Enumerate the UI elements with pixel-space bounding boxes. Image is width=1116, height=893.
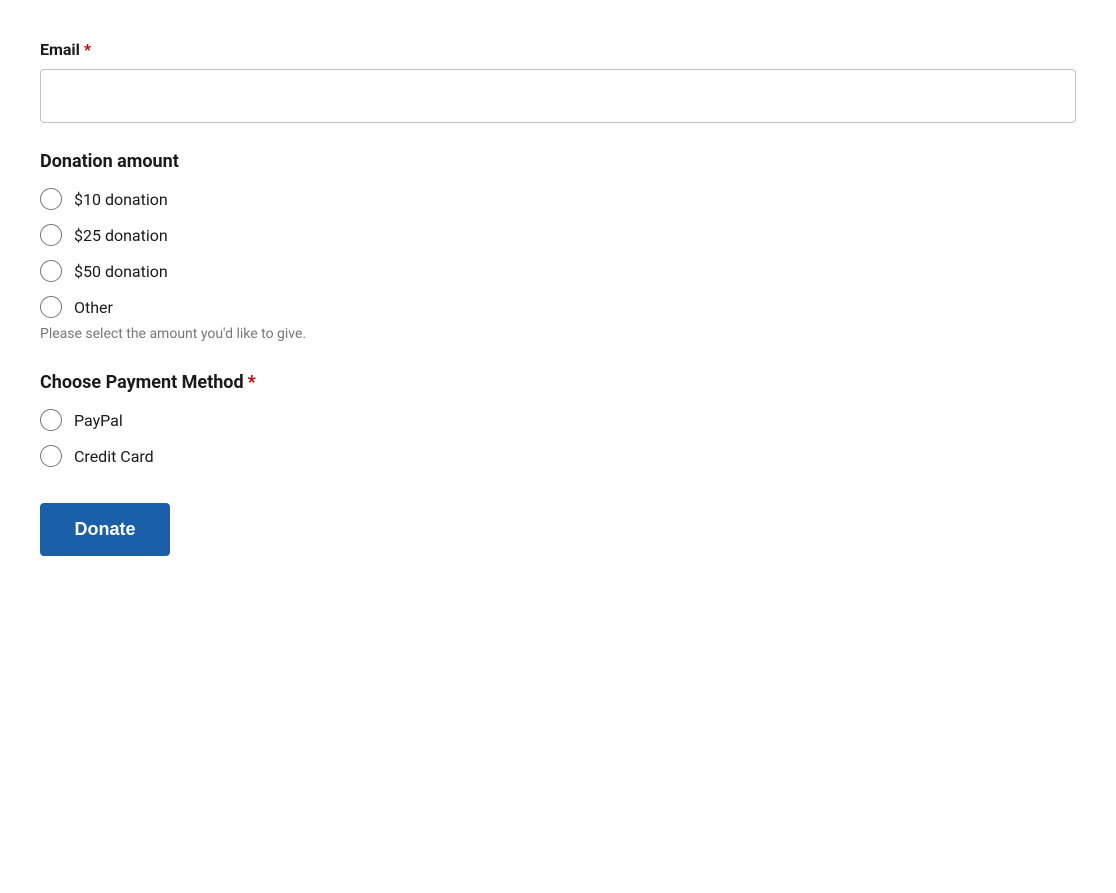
payment-method-title-text: Choose Payment Method [40, 372, 244, 393]
donation-radio-group: $10 donation $25 donation $50 donation O… [40, 188, 1076, 318]
payment-method-title: Choose Payment Method * [40, 372, 1076, 393]
payment-label-paypal: PayPal [74, 411, 123, 430]
donation-radio-50[interactable] [40, 260, 62, 282]
donation-radio-25[interactable] [40, 224, 62, 246]
payment-radio-credit-card[interactable] [40, 445, 62, 467]
email-input[interactable] [40, 69, 1076, 123]
donation-amount-title: Donation amount [40, 151, 1076, 172]
donation-option-other[interactable]: Other [40, 296, 1076, 318]
donation-label-10: $10 donation [74, 190, 168, 209]
donation-option-25[interactable]: $25 donation [40, 224, 1076, 246]
donation-radio-other[interactable] [40, 296, 62, 318]
payment-method-group: Choose Payment Method * PayPal Credit Ca… [40, 372, 1076, 467]
donate-button[interactable]: Donate [40, 503, 170, 556]
donation-form: Email * Donation amount $10 donation $25… [0, 0, 1116, 596]
payment-radio-paypal[interactable] [40, 409, 62, 431]
email-field-group: Email * [40, 40, 1076, 123]
email-label: Email * [40, 40, 1076, 59]
donation-label-25: $25 donation [74, 226, 168, 245]
email-label-text: Email [40, 40, 80, 59]
payment-label-credit-card: Credit Card [74, 447, 154, 466]
donation-option-50[interactable]: $50 donation [40, 260, 1076, 282]
donation-amount-group: Donation amount $10 donation $25 donatio… [40, 151, 1076, 342]
donation-hint: Please select the amount you'd like to g… [40, 326, 1076, 342]
donation-label-other: Other [74, 298, 113, 317]
donation-option-10[interactable]: $10 donation [40, 188, 1076, 210]
payment-option-credit-card[interactable]: Credit Card [40, 445, 1076, 467]
donation-radio-10[interactable] [40, 188, 62, 210]
email-required-star: * [84, 40, 91, 59]
donation-label-50: $50 donation [74, 262, 168, 281]
payment-radio-group: PayPal Credit Card [40, 409, 1076, 467]
payment-required-star: * [248, 372, 256, 393]
payment-option-paypal[interactable]: PayPal [40, 409, 1076, 431]
